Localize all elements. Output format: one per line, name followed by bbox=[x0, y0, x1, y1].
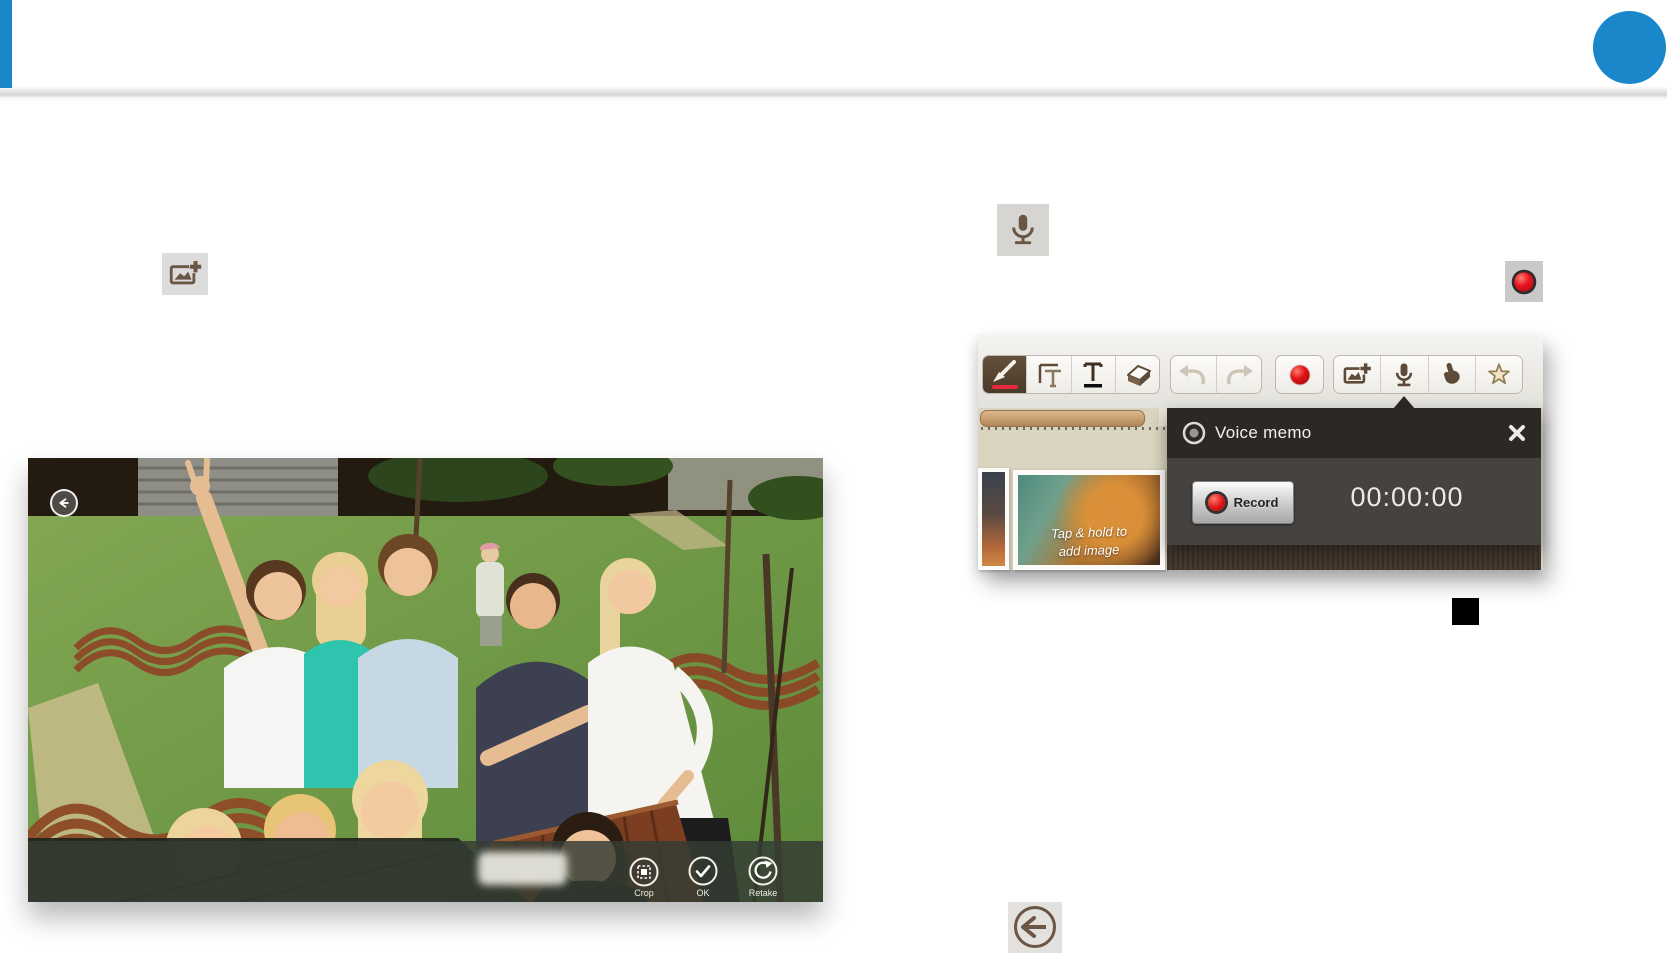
back-glyph bbox=[1014, 906, 1056, 948]
back-icon bbox=[1008, 902, 1062, 953]
voice-memo-title: Voice memo bbox=[1215, 423, 1312, 442]
manual-page: Crop OK Retake Tap & hold to add image V… bbox=[0, 0, 1667, 953]
record-glyph bbox=[1511, 269, 1537, 294]
elapsed-time: 00:00:00 bbox=[1350, 482, 1464, 512]
insert-image-button[interactable] bbox=[1334, 356, 1382, 393]
voice-memo-button[interactable] bbox=[1381, 356, 1429, 393]
group-photo bbox=[28, 458, 823, 902]
eraser-icon bbox=[1127, 365, 1152, 386]
record-tool-group bbox=[1275, 355, 1324, 394]
add-image-icon bbox=[162, 253, 208, 295]
record-dot-icon bbox=[1207, 494, 1225, 511]
camera-bar-highlight bbox=[478, 852, 567, 885]
voice-memo-popup-body: Record 00:00:00 bbox=[1167, 458, 1541, 545]
undo-button[interactable] bbox=[1171, 356, 1217, 393]
drawing-tool-group bbox=[982, 355, 1160, 394]
note-bottom-tray bbox=[1167, 545, 1541, 570]
note-photo-food: Tap & hold to add image bbox=[1018, 475, 1160, 565]
insert-text-frame-icon bbox=[1038, 363, 1061, 388]
note-dotted-rule bbox=[981, 427, 1165, 430]
note-photo-frame-partial bbox=[978, 468, 1009, 570]
crop-button[interactable] bbox=[629, 857, 659, 892]
insert-image-icon bbox=[1343, 361, 1372, 384]
page-edge-accent-bar bbox=[0, 0, 12, 88]
page-corner-circle bbox=[1593, 11, 1666, 84]
stop-icon bbox=[1452, 598, 1479, 625]
voice-memo-record-icon bbox=[1182, 421, 1206, 445]
ok-check-icon bbox=[688, 856, 718, 886]
record-button-label: Record bbox=[1233, 495, 1279, 510]
microphone-icon bbox=[997, 204, 1049, 256]
favorite-button[interactable] bbox=[1476, 356, 1522, 393]
record-icon bbox=[1505, 261, 1543, 302]
back-arrow-icon bbox=[59, 498, 69, 508]
insert-tool-group bbox=[1333, 355, 1523, 394]
add-image-glyph bbox=[169, 260, 202, 285]
camera-back-button[interactable] bbox=[50, 489, 78, 517]
text-tool-button[interactable] bbox=[1072, 356, 1116, 393]
brush-icon bbox=[991, 360, 1018, 389]
redo-icon bbox=[1226, 364, 1253, 384]
text-icon bbox=[1083, 362, 1103, 388]
note-scroll-handle bbox=[980, 410, 1145, 427]
crop-button-label: Crop bbox=[634, 888, 654, 898]
note-photo-frame: Tap & hold to add image bbox=[1013, 470, 1165, 570]
undo-icon bbox=[1179, 364, 1206, 384]
eraser-tool-button[interactable] bbox=[1116, 356, 1159, 393]
image-placeholder-text-line2: add image bbox=[1058, 541, 1120, 560]
note-photo-partial bbox=[982, 472, 1005, 566]
insert-text-frame-button[interactable] bbox=[1027, 356, 1072, 393]
voice-memo-popup: Voice memo Record 00:00:00 bbox=[1167, 408, 1541, 545]
history-tool-group bbox=[1170, 355, 1262, 394]
voice-memo-popup-header: Voice memo bbox=[1167, 408, 1541, 458]
touch-mode-button[interactable] bbox=[1429, 356, 1476, 393]
snote-app-screenshot: Tap & hold to add image Voice memo Recor… bbox=[978, 334, 1543, 570]
microphone-glyph bbox=[1012, 214, 1034, 245]
retake-icon bbox=[748, 856, 778, 886]
record-icon bbox=[1289, 364, 1310, 385]
redo-button[interactable] bbox=[1217, 356, 1262, 393]
record-tool-button[interactable] bbox=[1276, 356, 1323, 393]
retake-button-label: Retake bbox=[748, 888, 778, 898]
close-icon[interactable] bbox=[1507, 423, 1527, 443]
ok-button[interactable] bbox=[688, 856, 718, 891]
header-shadow-divider bbox=[0, 86, 1667, 102]
crop-icon bbox=[629, 857, 659, 887]
record-button[interactable]: Record bbox=[1192, 481, 1294, 524]
ok-button-label: OK bbox=[696, 888, 710, 898]
retake-button[interactable] bbox=[748, 856, 778, 891]
camera-app-screenshot: Crop OK Retake bbox=[28, 458, 823, 902]
brush-tool-button[interactable] bbox=[983, 356, 1028, 393]
image-placeholder-text-line1: Tap & hold to bbox=[1050, 523, 1128, 542]
voice-memo-icon bbox=[1396, 362, 1413, 386]
favorite-star-icon bbox=[1488, 362, 1510, 384]
touch-mode-icon bbox=[1443, 362, 1460, 384]
